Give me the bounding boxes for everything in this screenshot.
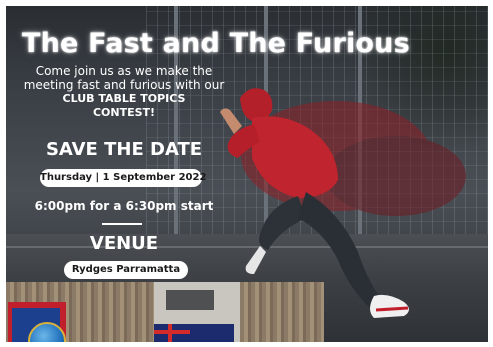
flag-cross [154, 330, 190, 334]
date-pill: Thursday | 1 September 2022 [40, 169, 206, 187]
divider [102, 223, 142, 225]
flag-cross [168, 324, 172, 342]
venue-pill: Rydges Parramatta [64, 261, 188, 279]
intro-highlight: CLUB TABLE TOPICS [62, 92, 186, 105]
poster-title: The Fast and The Furious [22, 28, 410, 59]
venue-heading: VENUE [89, 233, 159, 254]
runner-shoe-front [370, 294, 409, 318]
runner-leg-back [259, 196, 306, 250]
event-poster: The Fast and The Furious Come join us as… [6, 6, 488, 342]
shoe-stripe [375, 306, 409, 312]
save-the-date-heading: SAVE THE DATE [45, 139, 203, 160]
curtain [240, 282, 324, 342]
intro-line: Come join us as we make the [35, 64, 213, 78]
image-frame: The Fast and The Furious Come join us as… [0, 0, 493, 347]
intro-line: meeting fast and furious with our [23, 78, 225, 92]
start-time: 6:00pm for a 6:30pm start [34, 199, 214, 213]
room-window [166, 290, 214, 310]
meeting-room-photo [6, 282, 324, 342]
intro-text: Come join us as we make the meeting fast… [6, 64, 242, 120]
runner-shoe-back [245, 246, 266, 274]
intro-highlight: CONTEST! [92, 106, 156, 119]
